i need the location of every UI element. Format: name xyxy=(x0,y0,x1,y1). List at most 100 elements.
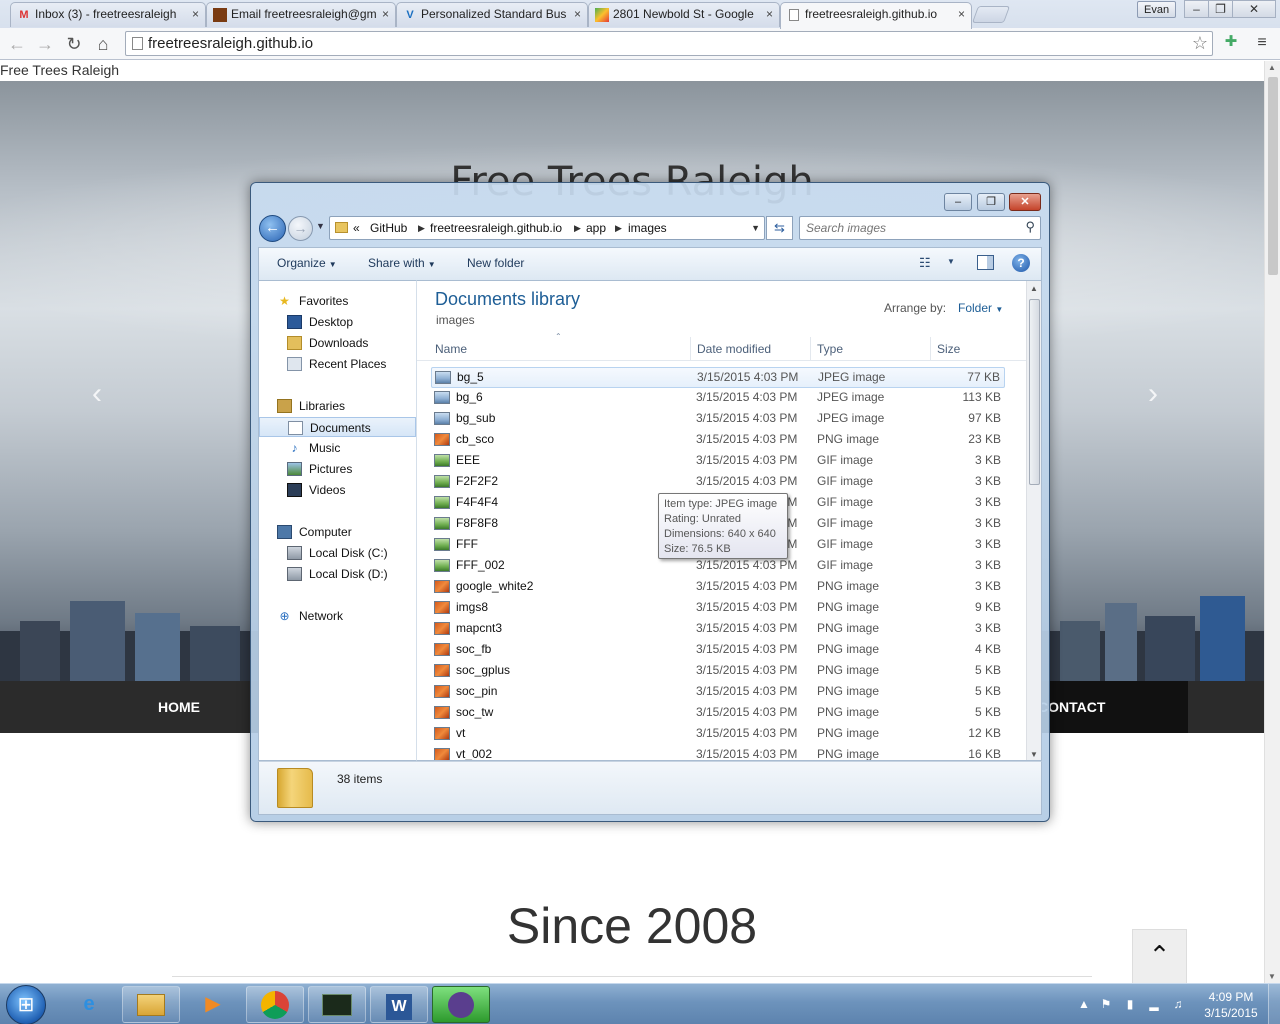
chrome-icon[interactable] xyxy=(246,986,304,1023)
new-tab-button[interactable] xyxy=(971,6,1011,23)
address-dropdown-icon[interactable]: ▼ xyxy=(751,217,760,239)
breadcrumb-app[interactable]: app xyxy=(586,217,606,239)
file-row[interactable]: mapcnt3 3/15/2015 4:03 PM PNG image 3 KB xyxy=(431,619,1005,640)
search-icon[interactable]: ⚲ xyxy=(1025,219,1035,235)
file-row[interactable]: soc_gplus 3/15/2015 4:03 PM PNG image 5 KB xyxy=(431,661,1005,682)
github-icon[interactable] xyxy=(432,986,490,1023)
nav-downloads[interactable]: Downloads xyxy=(259,333,416,353)
explorer-search-box[interactable]: ⚲ xyxy=(799,216,1041,240)
file-row[interactable]: vt 3/15/2015 4:03 PM PNG image 12 KB xyxy=(431,724,1005,745)
show-hidden-icons-icon[interactable]: ▲ xyxy=(1076,996,1092,1012)
bookmark-star-icon[interactable]: ☆ xyxy=(1192,32,1208,55)
tab-close-icon[interactable]: × xyxy=(192,3,199,26)
file-list-scrollbar[interactable]: ▲ ▼ xyxy=(1026,281,1041,760)
tab-email[interactable]: Email freetreesraleigh@gm × xyxy=(206,2,396,27)
tab-maps[interactable]: 2801 Newbold St - Google × xyxy=(588,2,780,27)
tab-close-icon[interactable]: × xyxy=(574,3,581,26)
scrollbar-thumb[interactable] xyxy=(1029,299,1040,485)
nav-home-link[interactable]: HOME xyxy=(158,681,200,733)
column-size[interactable]: Size xyxy=(930,337,1010,361)
carousel-prev-icon[interactable]: ‹ xyxy=(92,377,102,411)
scroll-up-icon[interactable]: ▲ xyxy=(1268,63,1276,72)
close-button[interactable]: ✕ xyxy=(1232,0,1276,18)
explorer-minimize-button[interactable]: – xyxy=(944,193,972,211)
file-row[interactable]: bg_sub 3/15/2015 4:03 PM JPEG image 97 KB xyxy=(431,409,1005,430)
url-input[interactable] xyxy=(148,33,1188,54)
refresh-icon[interactable]: ⇆ xyxy=(766,216,793,240)
profile-badge[interactable]: Evan xyxy=(1137,1,1177,18)
nav-libraries[interactable]: Libraries xyxy=(259,396,416,416)
chrome-menu-icon[interactable]: ≡ xyxy=(1253,34,1271,52)
forward-arrow-icon[interactable]: → xyxy=(33,32,57,56)
nav-desktop[interactable]: Desktop xyxy=(259,312,416,332)
action-center-flag-icon[interactable]: ⚑ xyxy=(1098,996,1114,1012)
explorer-close-button[interactable]: ✕ xyxy=(1009,193,1041,211)
tab-vistaprint[interactable]: V Personalized Standard Bus × xyxy=(396,2,588,27)
show-desktop-button[interactable] xyxy=(1268,984,1280,1024)
nav-recent-places[interactable]: Recent Places xyxy=(259,354,416,374)
home-icon[interactable]: ⌂ xyxy=(91,32,115,56)
change-view-icon[interactable]: ☷ xyxy=(919,255,935,271)
network-signal-icon[interactable]: ▂ xyxy=(1146,996,1162,1012)
reload-icon[interactable]: ↻ xyxy=(62,32,86,56)
file-row[interactable]: google_white2 3/15/2015 4:03 PM PNG image 3… xyxy=(431,577,1005,598)
tab-close-icon[interactable]: × xyxy=(382,3,389,26)
explorer-address-bar[interactable]: « GitHub ▶ freetreesraleigh.github.io ▶ … xyxy=(329,216,765,240)
nav-computer[interactable]: Computer xyxy=(259,522,416,542)
breadcrumb-repo[interactable]: freetreesraleigh.github.io xyxy=(430,217,562,239)
file-row[interactable]: soc_tw 3/15/2015 4:03 PM PNG image 5 KB xyxy=(431,703,1005,724)
explorer-maximize-button[interactable]: ❐ xyxy=(977,193,1005,211)
file-row[interactable]: bg_5 3/15/2015 4:03 PM JPEG image 77 KB xyxy=(431,367,1005,388)
nav-network[interactable]: ⊕ Network xyxy=(259,606,416,626)
organize-button[interactable]: Organize ▼ xyxy=(277,248,337,279)
file-row[interactable]: imgs8 3/15/2015 4:03 PM PNG image 9 KB xyxy=(431,598,1005,619)
tab-close-icon[interactable]: × xyxy=(766,3,773,26)
file-row[interactable]: cb_sco 3/15/2015 4:03 PM PNG image 23 KB xyxy=(431,430,1005,451)
back-to-top-button[interactable]: ⌃ xyxy=(1132,929,1187,983)
explorer-back-icon[interactable]: ← xyxy=(259,215,286,242)
file-row[interactable]: vt_002 3/15/2015 4:03 PM PNG image 16 KB xyxy=(431,745,1005,760)
file-row[interactable]: FFF_002 3/15/2015 4:03 PM GIF image 3 KB xyxy=(431,556,1005,577)
scroll-down-icon[interactable]: ▼ xyxy=(1268,972,1276,981)
scroll-up-icon[interactable]: ▲ xyxy=(1030,284,1038,293)
explorer-forward-icon[interactable]: → xyxy=(288,216,313,241)
breadcrumb-images[interactable]: images xyxy=(628,217,667,239)
breadcrumb-separator-icon[interactable]: ▶ xyxy=(615,217,622,239)
tab-close-icon[interactable]: × xyxy=(958,3,965,26)
search-input[interactable] xyxy=(806,219,1016,237)
nav-local-disk-c[interactable]: Local Disk (C:) xyxy=(259,543,416,563)
breadcrumb-separator-icon[interactable]: ▶ xyxy=(418,217,425,239)
scrollbar-thumb[interactable] xyxy=(1268,77,1278,275)
ie-icon[interactable]: e xyxy=(60,986,118,1023)
breadcrumb-separator-icon[interactable]: ▶ xyxy=(574,217,581,239)
explorer-icon[interactable] xyxy=(122,986,180,1023)
preview-pane-icon[interactable] xyxy=(977,255,994,270)
file-row[interactable]: bg_6 3/15/2015 4:03 PM JPEG image 113 KB xyxy=(431,388,1005,409)
extension-icon[interactable]: ✚ xyxy=(1222,33,1240,51)
nav-favorites[interactable]: ★ Favorites xyxy=(259,291,416,311)
address-bar[interactable]: ☆ xyxy=(125,31,1213,56)
new-folder-button[interactable]: New folder xyxy=(467,248,524,279)
taskbar-clock[interactable]: 4:09 PM 3/15/2015 xyxy=(1196,989,1266,1021)
arrange-by-dropdown[interactable]: Folder ▼ xyxy=(958,301,1003,315)
minimize-button[interactable]: – xyxy=(1184,0,1209,18)
help-icon[interactable]: ? xyxy=(1012,254,1030,272)
column-type[interactable]: Type xyxy=(810,337,930,361)
address-overflow[interactable]: « xyxy=(353,217,360,239)
tab-inbox[interactable]: M Inbox (3) - freetreesraleigh × xyxy=(10,2,206,27)
file-row[interactable]: soc_fb 3/15/2015 4:03 PM PNG image 4 KB xyxy=(431,640,1005,661)
word-icon[interactable]: W xyxy=(370,986,428,1023)
file-row[interactable]: soc_pin 3/15/2015 4:03 PM PNG image 5 KB xyxy=(431,682,1005,703)
media-player-icon[interactable]: ▶ xyxy=(184,986,242,1023)
share-with-button[interactable]: Share with ▼ xyxy=(368,248,436,279)
nav-music[interactable]: ♪ Music xyxy=(259,438,416,458)
nav-videos[interactable]: Videos xyxy=(259,480,416,500)
nav-documents[interactable]: Documents xyxy=(259,417,416,437)
start-icon[interactable]: ⊞ xyxy=(6,985,46,1024)
cmd-icon[interactable] xyxy=(308,986,366,1023)
scroll-down-icon[interactable]: ▼ xyxy=(1030,750,1038,759)
file-row[interactable]: F2F2F2 3/15/2015 4:03 PM GIF image 3 KB xyxy=(431,472,1005,493)
file-row[interactable]: EEE 3/15/2015 4:03 PM GIF image 3 KB xyxy=(431,451,1005,472)
maximize-button[interactable]: ❐ xyxy=(1208,0,1233,18)
nav-local-disk-d[interactable]: Local Disk (D:) xyxy=(259,564,416,584)
